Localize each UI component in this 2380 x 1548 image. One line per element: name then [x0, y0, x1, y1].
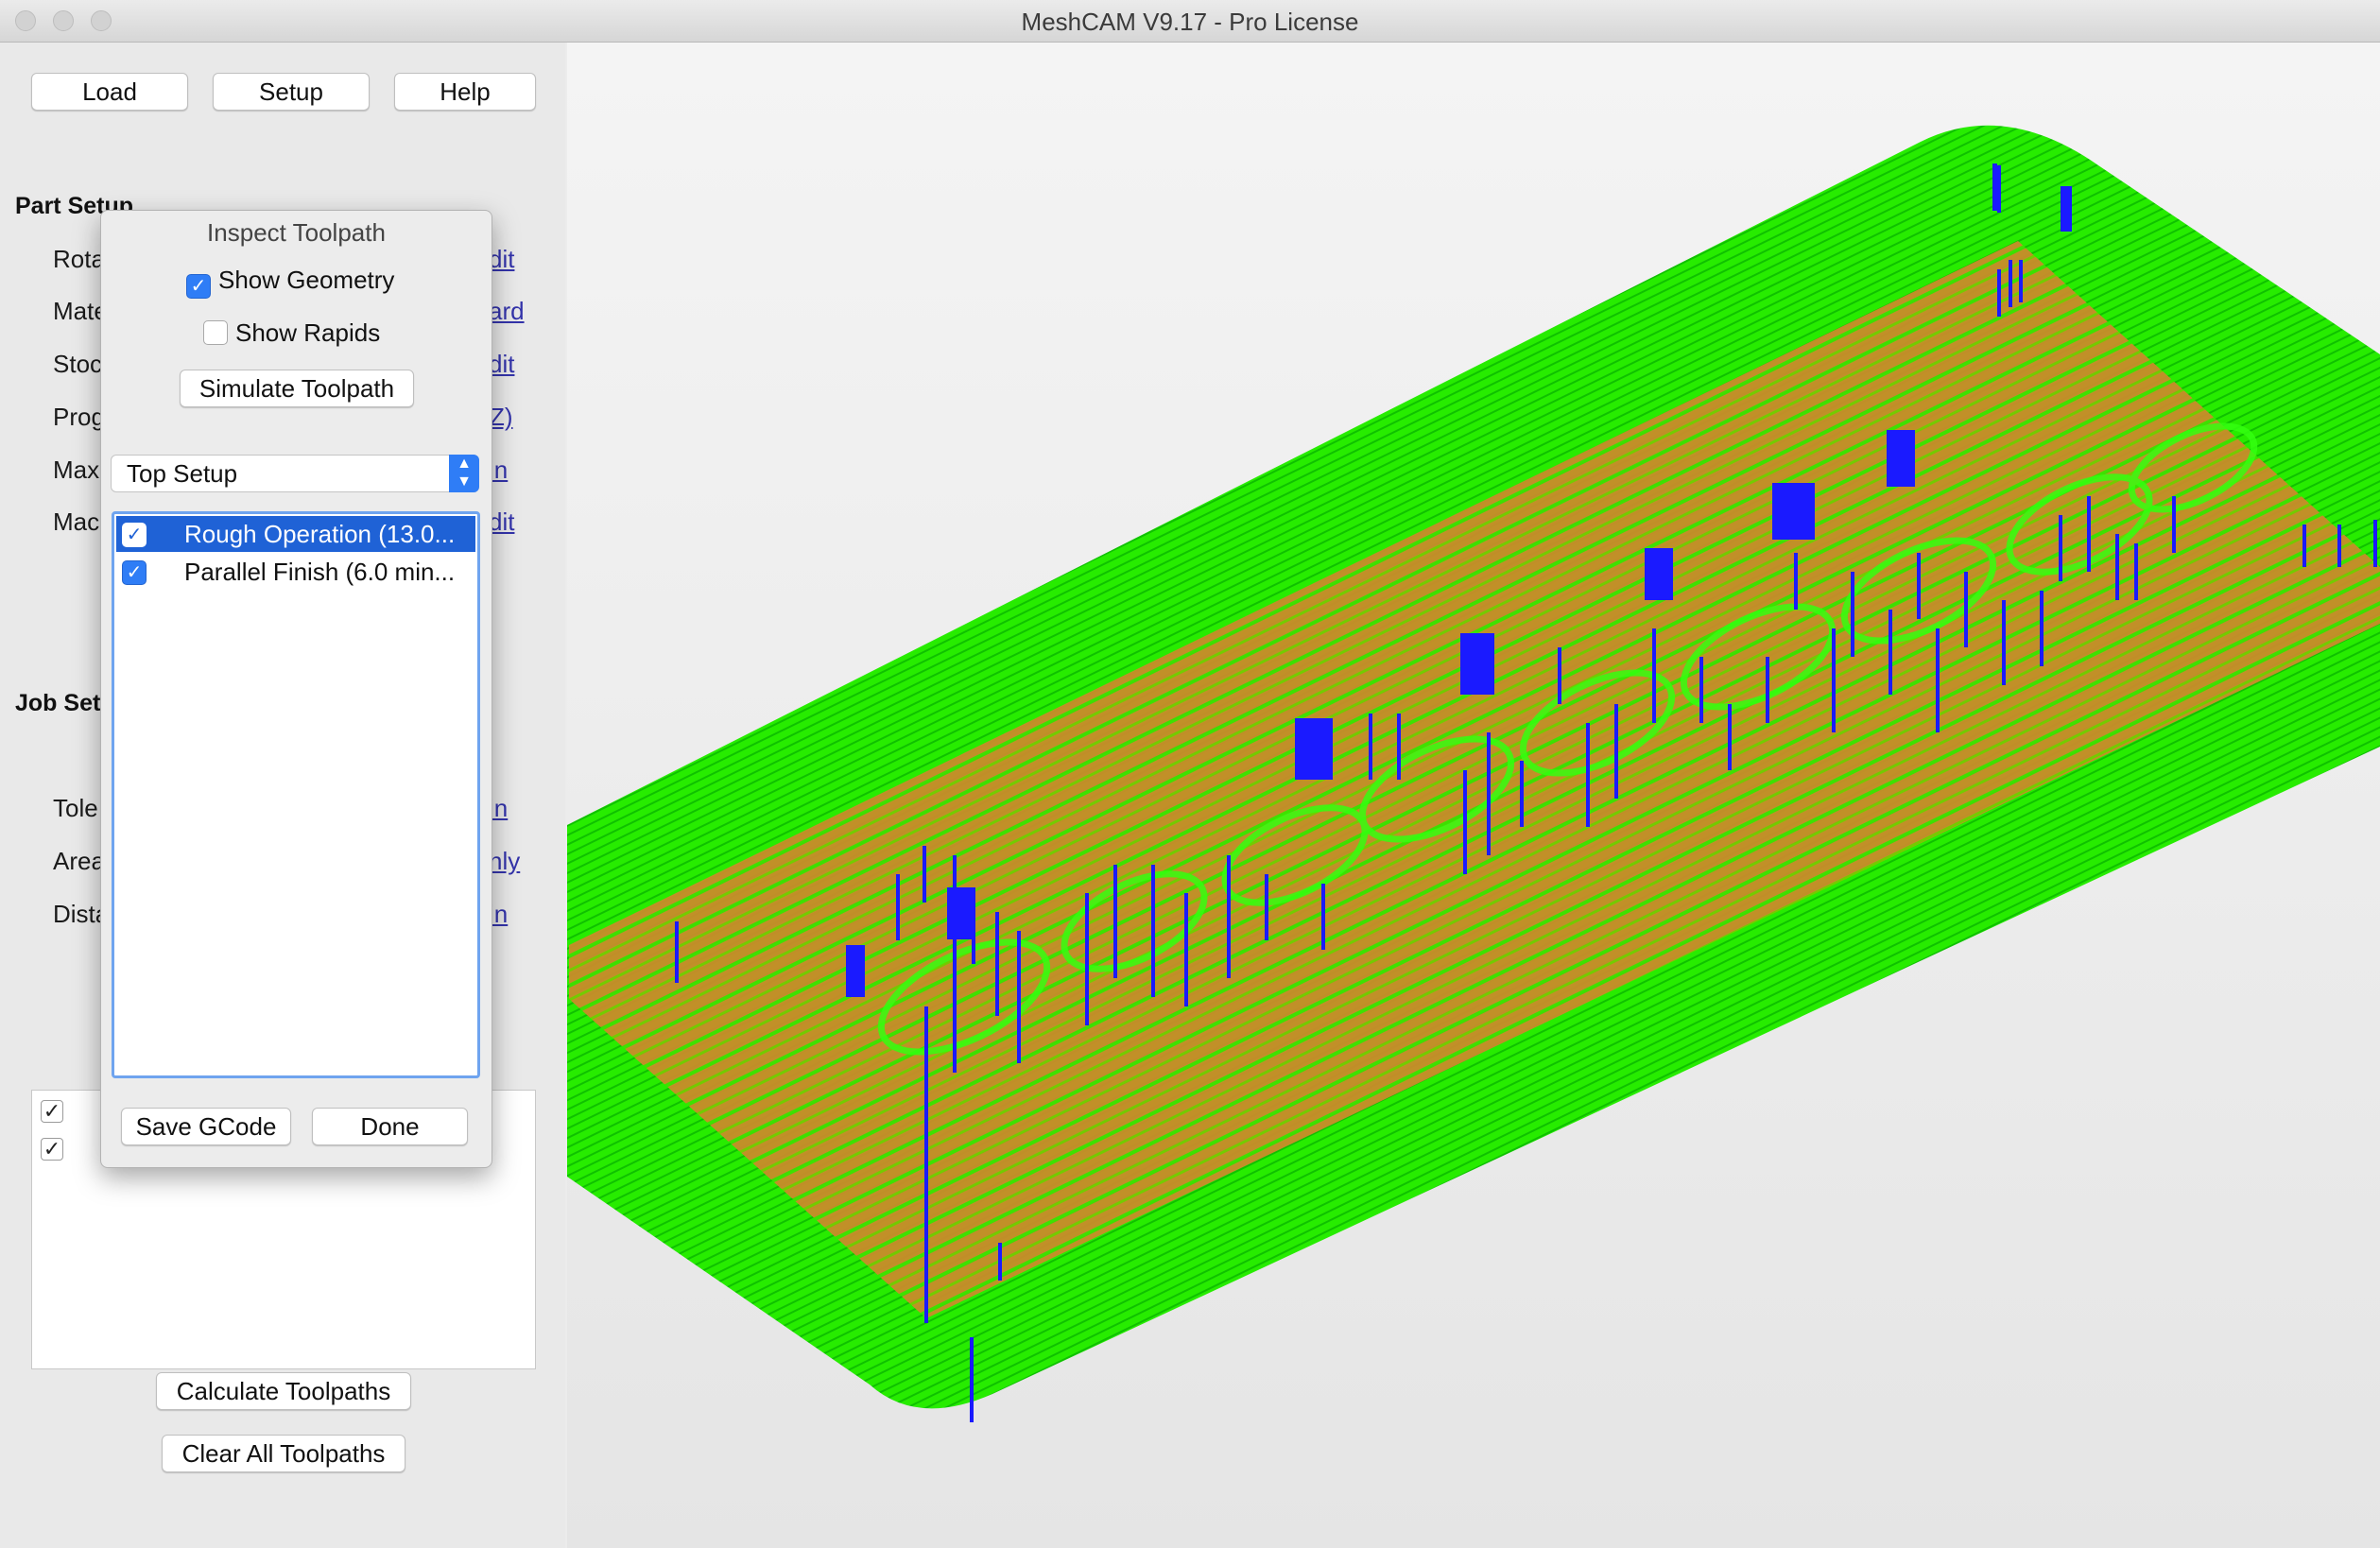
window-title: MeshCAM V9.17 - Pro License: [1021, 8, 1359, 36]
updown-chevron-icon: ▲ ▼: [449, 455, 479, 492]
clear-all-toolpaths-button[interactable]: Clear All Toolpaths: [162, 1435, 405, 1472]
setup-select-value: Top Setup: [127, 459, 238, 488]
setup-select[interactable]: Top Setup ▲ ▼: [111, 455, 479, 492]
toolpath-render: [567, 125, 2380, 1422]
rotation-label: Rota: [53, 245, 105, 273]
show-geometry-checkbox[interactable]: ✓ Show Geometry: [186, 266, 394, 299]
operation-1-checkbox[interactable]: ✓: [41, 1100, 63, 1123]
show-rapids-checkbox[interactable]: Show Rapids: [203, 318, 380, 348]
stock-edit-link[interactable]: dit: [489, 350, 514, 379]
stock-label: Stoc: [53, 350, 103, 378]
program-zero-link[interactable]: Z): [490, 403, 513, 432]
title-bar: MeshCAM V9.17 - Pro License: [0, 0, 2380, 43]
load-button[interactable]: Load: [31, 73, 188, 111]
checkmark-icon: ✓: [186, 274, 211, 299]
checkbox-checked-icon[interactable]: ✓: [122, 560, 147, 585]
inspect-toolpath-dialog: Inspect Toolpath ✓ Show Geometry Show Rap…: [100, 210, 492, 1168]
operation-2-checkbox[interactable]: ✓: [41, 1138, 63, 1161]
area-label: Area: [53, 847, 105, 875]
area-link[interactable]: nly: [489, 847, 520, 876]
simulate-toolpath-button[interactable]: Simulate Toolpath: [180, 370, 414, 407]
help-button[interactable]: Help: [394, 73, 536, 111]
calculate-toolpaths-button[interactable]: Calculate Toolpaths: [156, 1372, 411, 1410]
checkbox-checked-icon[interactable]: ✓: [122, 523, 147, 547]
operation-list[interactable]: ✓ Rough Operation (13.0... ✓ Parallel Fi…: [112, 511, 480, 1078]
empty-checkbox-icon: [203, 320, 228, 345]
machine-edit-link[interactable]: dit: [489, 507, 514, 537]
tolerance-label: Tole: [53, 794, 98, 822]
operation-label: Rough Operation (13.0...: [184, 520, 456, 548]
max-depth-label: Max: [53, 456, 100, 484]
show-rapids-label: Show Rapids: [235, 318, 381, 347]
machine-label: Mac: [53, 507, 100, 536]
done-button[interactable]: Done: [312, 1108, 468, 1145]
operation-row-parallel-finish[interactable]: ✓ Parallel Finish (6.0 min...: [116, 554, 475, 590]
setup-button[interactable]: Setup: [213, 73, 370, 111]
operation-label: Parallel Finish (6.0 min...: [184, 558, 456, 586]
show-geometry-label: Show Geometry: [218, 266, 395, 294]
program-zero-label: Prog: [53, 403, 105, 431]
toolpath-viewport[interactable]: [567, 43, 2380, 1548]
material-link[interactable]: ard: [489, 297, 525, 326]
rotation-edit-link[interactable]: dit: [489, 245, 514, 274]
dialog-title: Inspect Toolpath: [207, 218, 386, 247]
operation-row-rough[interactable]: ✓ Rough Operation (13.0...: [116, 516, 475, 552]
save-gcode-button[interactable]: Save GCode: [121, 1108, 291, 1145]
